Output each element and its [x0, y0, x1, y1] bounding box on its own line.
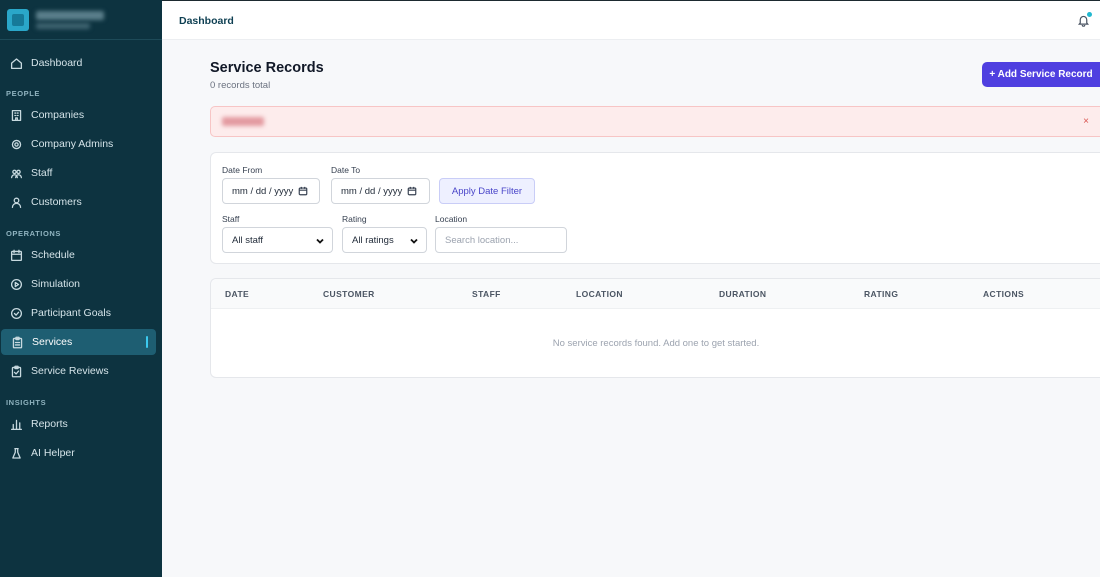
sidebar-item-label: Simulation: [31, 278, 81, 290]
sidebar-item-label: Staff: [31, 167, 53, 179]
sidebar-item-simulation[interactable]: Simulation: [0, 271, 162, 297]
sidebar-item-dashboard[interactable]: Dashboard: [0, 50, 162, 76]
sidebar-item-staff[interactable]: Staff: [0, 160, 162, 186]
staff-icon: [10, 167, 23, 180]
sidebar-item-company-admins[interactable]: Company Admins: [0, 131, 162, 157]
column-header-duration[interactable]: DURATION: [719, 289, 766, 299]
brand-logo: [7, 9, 29, 31]
sidebar-item-schedule[interactable]: Schedule: [0, 242, 162, 268]
sidebar-item-label: Participant Goals: [31, 307, 111, 319]
add-service-record-button[interactable]: + Add Service Record: [982, 62, 1100, 87]
column-header-rating[interactable]: RATING: [864, 289, 898, 299]
calendar-icon: [10, 249, 23, 262]
column-header-customer[interactable]: CUSTOMER: [323, 289, 375, 299]
location-search-input[interactable]: Search location...: [435, 227, 567, 253]
service-records-table: DATE CUSTOMER STAFF LOCATION DURATION RA…: [210, 278, 1100, 378]
calendar-icon[interactable]: [407, 186, 417, 196]
table-header: DATE CUSTOMER STAFF LOCATION DURATION RA…: [211, 279, 1100, 309]
sidebar-item-label: Reports: [31, 418, 68, 430]
date-from-value: mm / dd / yyyy: [232, 185, 294, 197]
notification-dot: [1087, 12, 1092, 17]
staff-select-value: All staff: [232, 234, 263, 246]
topbar-title[interactable]: Dashboard: [179, 15, 234, 27]
notifications-button[interactable]: [1077, 12, 1092, 28]
page-title: Service Records: [210, 60, 324, 76]
home-icon: [10, 57, 23, 70]
clipboard-icon: [11, 336, 24, 349]
sidebar-item-label: Dashboard: [31, 57, 83, 69]
date-to-input[interactable]: mm / dd / yyyy: [331, 178, 430, 204]
user-cog-icon: [10, 138, 23, 151]
check-circle-icon: [10, 307, 23, 320]
sidebar-item-label: Schedule: [31, 249, 75, 261]
sidebar: Dashboard PEOPLE Companies Company Admin…: [0, 0, 162, 577]
date-to-value: mm / dd / yyyy: [341, 185, 403, 197]
sidebar-item-label: Company Admins: [31, 138, 114, 150]
date-from-input[interactable]: mm / dd / yyyy: [222, 178, 320, 204]
chevron-down-icon: [316, 237, 324, 248]
sidebar-item-label: Companies: [31, 109, 85, 121]
user-icon: [10, 196, 23, 209]
brand[interactable]: [0, 0, 162, 40]
alert-message-redacted: [222, 117, 264, 126]
location-placeholder: Search location...: [445, 234, 519, 246]
clipboard-check-icon: [10, 365, 23, 378]
sidebar-item-label: Customers: [31, 196, 82, 208]
column-header-staff[interactable]: STAFF: [472, 289, 501, 299]
sidebar-item-label: AI Helper: [31, 447, 75, 459]
close-icon[interactable]: ×: [1083, 116, 1089, 127]
section-label-operations: OPERATIONS: [6, 229, 62, 238]
flask-icon: [10, 447, 23, 460]
apply-date-filter-button[interactable]: Apply Date Filter: [439, 178, 535, 204]
bar-chart-icon: [10, 418, 23, 431]
empty-state-message: No service records found. Add one to get…: [552, 338, 760, 349]
date-to-label: Date To: [331, 165, 361, 175]
column-header-location[interactable]: LOCATION: [576, 289, 623, 299]
building-icon: [10, 109, 23, 122]
date-from-label: Date From: [222, 165, 263, 175]
sidebar-item-ai-helper[interactable]: AI Helper: [0, 440, 162, 466]
chevron-down-icon: [410, 237, 418, 248]
rating-filter-label: Rating: [342, 214, 367, 224]
brand-subtitle-redacted: [36, 23, 90, 29]
records-count: 0 records total: [210, 80, 271, 91]
column-header-date[interactable]: DATE: [225, 289, 249, 299]
sidebar-item-companies[interactable]: Companies: [0, 102, 162, 128]
error-alert: ×: [210, 106, 1100, 137]
play-circle-icon: [10, 278, 23, 291]
section-label-insights: INSIGHTS: [6, 398, 47, 407]
rating-select[interactable]: All ratings: [342, 227, 427, 253]
sidebar-item-label: Service Reviews: [31, 365, 109, 377]
location-filter-label: Location: [435, 214, 468, 224]
sidebar-item-reports[interactable]: Reports: [0, 411, 162, 437]
brand-name-redacted: [36, 11, 104, 20]
sidebar-item-service-reviews[interactable]: Service Reviews: [0, 358, 162, 384]
calendar-icon[interactable]: [298, 186, 308, 196]
staff-select[interactable]: All staff: [222, 227, 333, 253]
sidebar-item-participant-goals[interactable]: Participant Goals: [0, 300, 162, 326]
topbar: Dashboard: [162, 0, 1100, 40]
staff-filter-label: Staff: [222, 214, 240, 224]
section-label-people: PEOPLE: [6, 89, 41, 98]
sidebar-item-label: Services: [32, 336, 73, 348]
column-header-actions: ACTIONS: [983, 289, 1025, 299]
sidebar-item-customers[interactable]: Customers: [0, 189, 162, 215]
sidebar-item-services[interactable]: Services: [1, 329, 156, 355]
rating-select-value: All ratings: [352, 234, 394, 246]
filters-panel: Date From mm / dd / yyyy Date To mm / dd…: [210, 152, 1100, 264]
